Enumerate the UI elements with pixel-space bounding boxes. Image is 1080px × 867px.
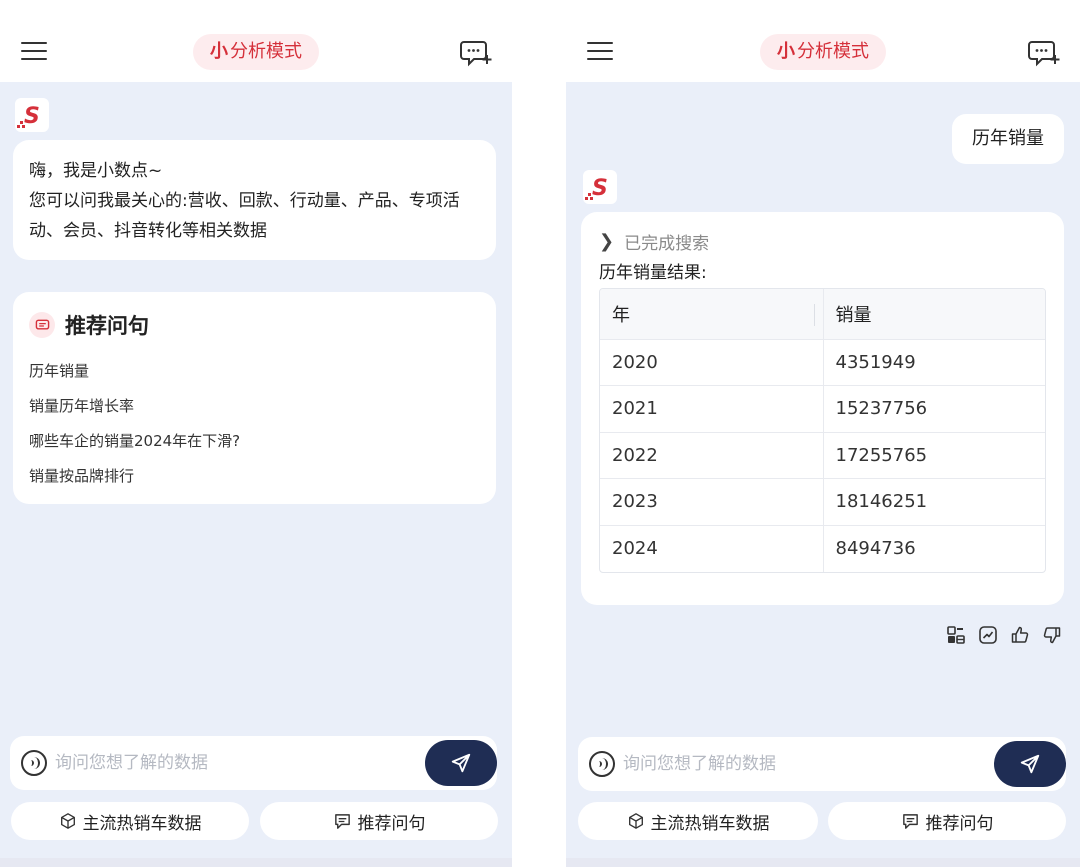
- analysis-mode-button[interactable]: 小分析模式: [760, 34, 886, 70]
- chat-bubble-icon: [29, 312, 55, 338]
- svg-text:S: S: [592, 176, 608, 201]
- cell-sales: 8494736: [823, 524, 1045, 572]
- welcome-description: 您可以问我最关心的:营收、回款、行动量、产品、专项活动、会员、抖音转化等相关数据: [29, 191, 460, 241]
- table-row: 2022 17255765: [600, 431, 1045, 479]
- cell-sales: 17255765: [823, 431, 1045, 479]
- hot-cars-data-label: 主流热销车数据: [82, 813, 202, 834]
- assistant-logo: S: [15, 98, 49, 132]
- recommended-questions-button[interactable]: 推荐问句: [260, 802, 498, 840]
- analysis-mode-button[interactable]: 小分析模式: [193, 34, 319, 70]
- welcome-message: 嗨，我是小数点~ 您可以问我最关心的:营收、回款、行动量、产品、专项活动、会员、…: [13, 140, 496, 260]
- recommended-questions-button[interactable]: 推荐问句: [828, 802, 1066, 840]
- hot-cars-data-label: 主流热销车数据: [650, 813, 770, 834]
- menu-icon[interactable]: [21, 40, 49, 62]
- cell-sales: 4351949: [823, 338, 1045, 386]
- recommended-questions-card: 推荐问句 历年销量 销量历年增长率 哪些车企的销量2024年在下滑? 销量按品牌…: [13, 292, 496, 504]
- cell-sales: 18146251: [823, 478, 1045, 525]
- send-button[interactable]: [425, 740, 497, 786]
- cell-year: 2021: [600, 385, 824, 432]
- cube-icon: [60, 813, 75, 829]
- message-icon: [334, 813, 350, 829]
- table-row: 2024 8494736: [600, 524, 1045, 572]
- message-icon: [902, 813, 918, 829]
- voice-input-icon[interactable]: [589, 751, 615, 777]
- search-status-text: 已完成搜索: [624, 233, 710, 254]
- cell-sales: 15237756: [823, 385, 1045, 432]
- recommended-question[interactable]: 销量按品牌排行: [29, 459, 480, 494]
- left-screen: 小分析模式 S 嗨，我是小数点~ 您可以问我最关心的:营收、回款、行动量、产品、…: [0, 0, 512, 867]
- user-message: 历年销量: [952, 114, 1064, 164]
- table-row: 2021 15237756: [600, 385, 1045, 432]
- recommended-questions-label: 推荐问句: [357, 813, 426, 834]
- chat-area: S 嗨，我是小数点~ 您可以问我最关心的:营收、回款、行动量、产品、专项活动、会…: [0, 82, 512, 867]
- table-row: 2023 18146251: [600, 478, 1045, 525]
- thumbs-down-icon[interactable]: [1042, 625, 1062, 645]
- chat-input-bar: [10, 736, 497, 790]
- answer-actions: [946, 625, 1062, 645]
- send-button[interactable]: [994, 741, 1066, 787]
- hot-cars-data-button[interactable]: 主流热销车数据: [578, 802, 818, 840]
- bottom-strip: [566, 858, 1080, 867]
- column-header-year: 年: [600, 289, 824, 339]
- recommended-question[interactable]: 历年销量: [29, 354, 480, 389]
- chevron-right-icon: ❯: [599, 230, 615, 252]
- voice-input-icon[interactable]: [21, 750, 47, 776]
- answer-card: ❯ 已完成搜索 历年销量结果: 年 销量 2020 4351949 2021 1…: [581, 212, 1064, 605]
- chat-input[interactable]: [55, 736, 407, 790]
- menu-icon[interactable]: [587, 40, 615, 62]
- table-view-icon[interactable]: [946, 625, 966, 645]
- chat-input-bar: [578, 737, 1066, 791]
- hot-cars-data-button[interactable]: 主流热销车数据: [11, 802, 249, 840]
- send-icon: [1020, 754, 1040, 774]
- mode-label: 分析模式: [797, 41, 869, 62]
- mode-icon: 小: [777, 41, 795, 62]
- chat-area: 历年销量 S ❯ 已完成搜索 历年销量结果: 年 销量 2020 4351949…: [566, 82, 1080, 867]
- assistant-logo: S: [583, 170, 617, 204]
- new-chat-icon[interactable]: [1028, 38, 1060, 68]
- recommended-question[interactable]: 哪些车企的销量2024年在下滑?: [29, 424, 480, 459]
- bottom-strip: [0, 858, 512, 867]
- sales-table: 年 销量 2020 4351949 2021 15237756 2022 172…: [599, 288, 1046, 573]
- welcome-greeting: 嗨，我是小数点~: [29, 161, 163, 181]
- recommended-question[interactable]: 销量历年增长率: [29, 389, 480, 424]
- table-row: 2020 4351949: [600, 338, 1045, 386]
- top-bar: 小分析模式: [566, 0, 1080, 82]
- top-bar: 小分析模式: [0, 0, 512, 82]
- thumbs-up-icon[interactable]: [1010, 625, 1030, 645]
- result-label: 历年销量结果:: [599, 263, 707, 283]
- cell-year: 2024: [600, 524, 824, 572]
- cell-year: 2020: [600, 338, 824, 386]
- right-screen: 小分析模式 历年销量 S ❯ 已完成搜索 历年销量结果: 年 销量 2020 4…: [566, 0, 1080, 867]
- chat-input[interactable]: [623, 737, 976, 791]
- cell-year: 2023: [600, 478, 824, 525]
- recommended-questions-title: 推荐问句: [65, 314, 149, 338]
- new-chat-icon[interactable]: [460, 38, 492, 68]
- cell-year: 2022: [600, 431, 824, 479]
- mode-label: 分析模式: [230, 41, 302, 62]
- chart-view-icon[interactable]: [978, 625, 998, 645]
- mode-icon: 小: [210, 41, 228, 62]
- svg-text:S: S: [24, 104, 40, 129]
- recommended-questions-label: 推荐问句: [925, 813, 994, 834]
- column-header-sales: 销量: [823, 289, 1045, 339]
- search-status-toggle[interactable]: ❯ 已完成搜索: [599, 226, 1046, 256]
- cube-icon: [628, 813, 643, 829]
- table-header-row: 年 销量: [600, 289, 1045, 339]
- send-icon: [451, 753, 471, 773]
